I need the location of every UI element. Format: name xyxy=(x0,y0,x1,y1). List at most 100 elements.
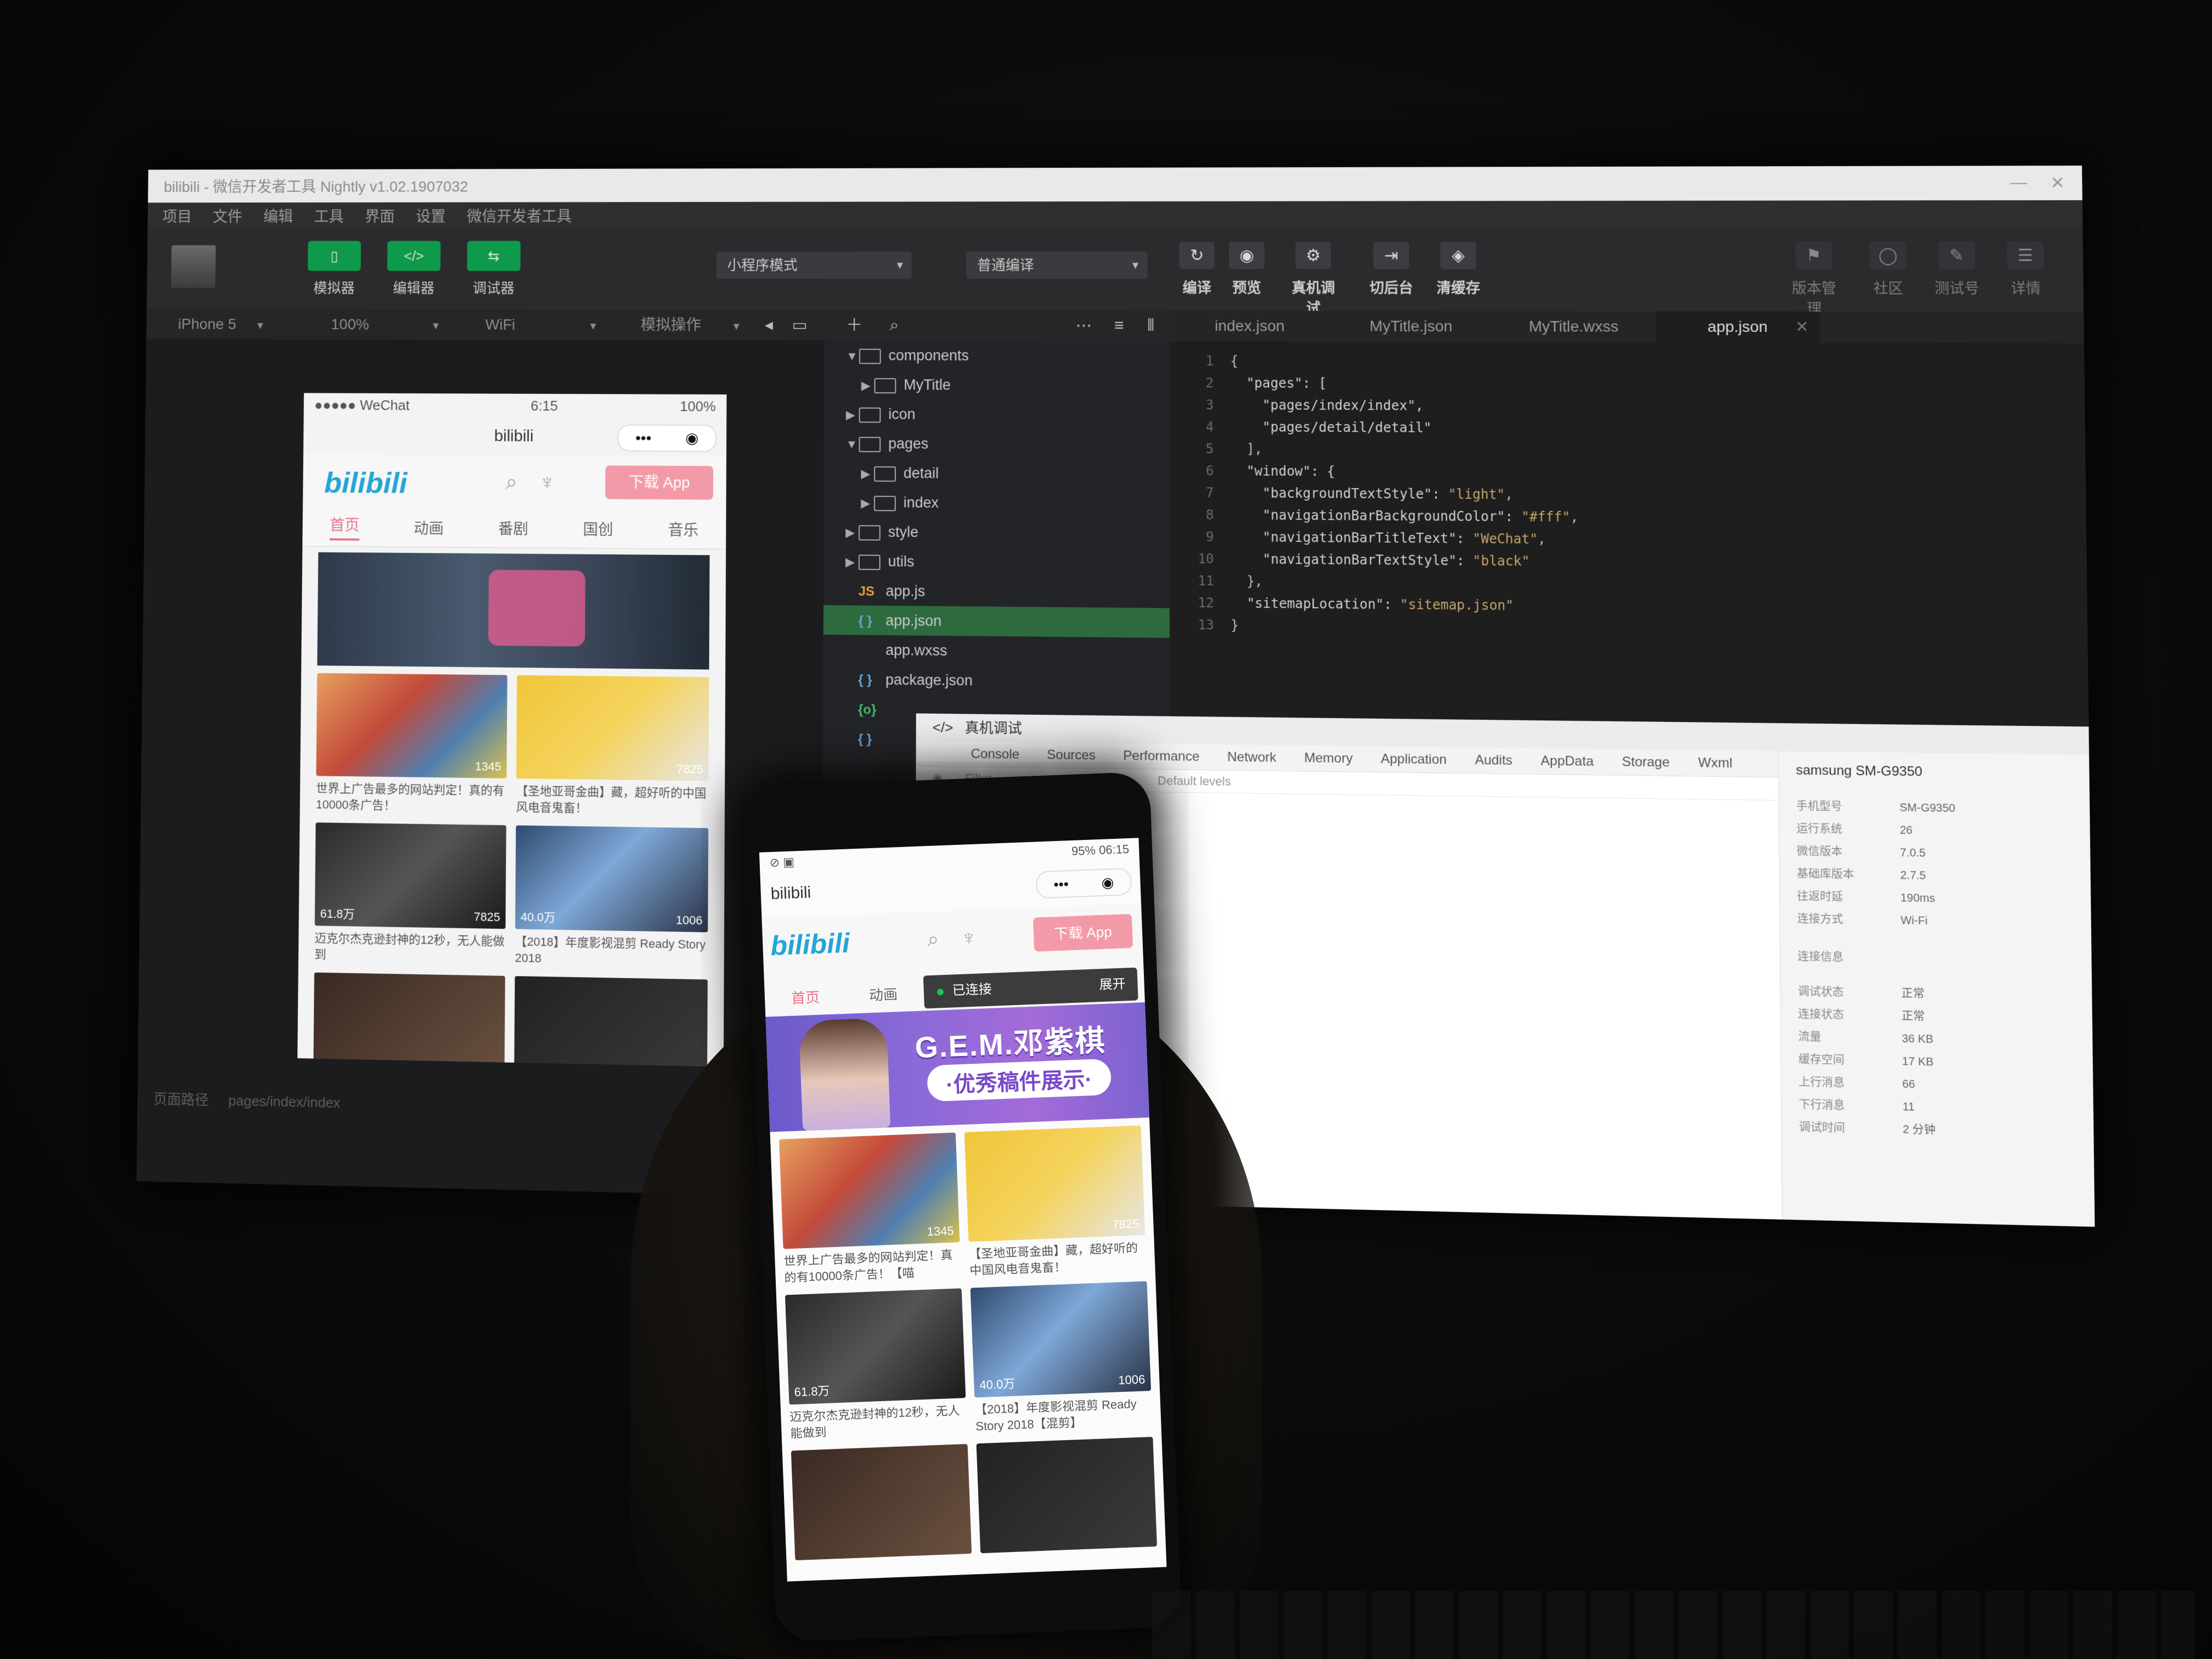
file-tree-item[interactable]: ▼ components xyxy=(824,341,1169,371)
devtools-tab[interactable]: Audits xyxy=(1475,748,1513,774)
video-card[interactable]: 40.0万 1006 【2018】年度影视混剪 Ready Story 2018【混… xyxy=(970,1281,1153,1435)
video-card[interactable]: 7825 【圣地亚哥金曲】藏，超好听的中国风电音鬼畜！ xyxy=(516,675,709,819)
tab-home[interactable]: 首页 xyxy=(791,986,820,1008)
phone-menu-capsule[interactable]: ••• ◉ xyxy=(1035,867,1132,899)
close-target-icon[interactable]: ◉ xyxy=(685,419,698,457)
tab-anime[interactable]: 动画 xyxy=(868,983,898,1005)
file-tree-item[interactable]: ▶ detail xyxy=(824,458,1170,489)
menu-item[interactable]: 项目 xyxy=(162,205,192,227)
editor-tab[interactable]: index.json xyxy=(1169,311,1330,341)
banner[interactable] xyxy=(317,552,710,670)
zoom-select[interactable]: 100% ▾ xyxy=(331,309,439,340)
file-tree-item[interactable]: ▶ icon xyxy=(824,399,1170,430)
file-tree-item[interactable]: ▼ pages xyxy=(824,428,1170,460)
expand-arrow-icon[interactable]: ▼ xyxy=(846,430,859,459)
close-icon[interactable]: ✕ xyxy=(2050,173,2065,193)
menu-item[interactable]: 文件 xyxy=(213,205,242,227)
expand-button[interactable]: 展开 xyxy=(1099,968,1126,1002)
close-tab-icon[interactable]: ✕ xyxy=(1795,312,1809,343)
devtools-tab[interactable]: Storage xyxy=(1622,749,1669,776)
more-icon[interactable]: ••• xyxy=(635,419,651,457)
collapse-icon[interactable]: ≡ xyxy=(1114,311,1124,341)
file-tree-item[interactable]: ▶ style xyxy=(823,517,1169,549)
simulate-ops-select[interactable]: 模拟操作 ▾ xyxy=(641,310,740,341)
view-toggle-button[interactable]: ▯ 模拟器 xyxy=(305,241,364,297)
more-icon[interactable]: ⋯ xyxy=(1076,311,1092,341)
toolbar-right-button[interactable]: ✎ 测试号 xyxy=(1928,241,1986,298)
toolbar-action-button[interactable]: ↻ 编译 xyxy=(1169,241,1224,297)
video-card[interactable] xyxy=(791,1443,972,1561)
toolbar-action-button[interactable]: ⚙ 真机调试 xyxy=(1285,241,1341,318)
file-tree-item[interactable]: app.wxss xyxy=(823,635,1170,668)
toolbar-right-button[interactable]: ☰ 详情 xyxy=(1996,241,2055,298)
compile-select[interactable]: 普通编译 ▾ xyxy=(966,251,1148,279)
video-card[interactable]: 1345 世界上广告最多的网站判定！真的有10000条广告！【喵 xyxy=(779,1132,961,1286)
video-card[interactable] xyxy=(514,976,708,1067)
devtools-tab[interactable]: Memory xyxy=(1304,746,1353,772)
devtools-tab[interactable]: Console xyxy=(971,742,1019,768)
toolbar-action-button[interactable]: ⇥ 切后台 xyxy=(1363,241,1419,297)
phone-banner[interactable]: G.E.M.邓紫棋 ·优秀稿件展示· xyxy=(765,1002,1149,1132)
menu-item[interactable]: 编辑 xyxy=(263,205,293,227)
category-tab[interactable]: 首页 xyxy=(329,514,360,541)
split-icon[interactable]: ⫴ xyxy=(1147,311,1154,341)
video-card[interactable]: 40.0万 1006 【2018】年度影视混剪 Ready Story 2018 xyxy=(515,825,709,969)
view-toggle-button[interactable]: </> 编辑器 xyxy=(385,241,443,297)
add-file-icon[interactable]: ＋ xyxy=(846,310,862,340)
expand-arrow-icon[interactable]: ▶ xyxy=(861,489,874,518)
expand-arrow-icon[interactable]: ▼ xyxy=(846,342,859,371)
user-icon[interactable]: ♆ xyxy=(539,471,555,495)
page-path[interactable]: pages/index/index xyxy=(228,1092,340,1111)
video-thumbnail[interactable]: 61.8万 7825 xyxy=(314,822,506,929)
video-card[interactable] xyxy=(313,972,505,1067)
bilibili-logo[interactable]: bilibili xyxy=(770,927,850,962)
expand-arrow-icon[interactable]: ▶ xyxy=(845,548,859,577)
code-area[interactable]: 1{2 "pages": [3 "pages/index/index", 4 "p… xyxy=(1170,350,2088,644)
expand-arrow-icon[interactable]: ▶ xyxy=(845,518,859,548)
bilibili-logo[interactable]: bilibili xyxy=(324,466,408,500)
device-select[interactable]: iPhone 5 ▾ xyxy=(178,309,263,340)
menu-item[interactable]: 微信开发者工具 xyxy=(467,205,572,226)
menu-item[interactable]: 设置 xyxy=(416,205,446,227)
menu-item[interactable]: 界面 xyxy=(365,205,394,227)
video-thumbnail[interactable]: 1345 xyxy=(316,673,507,778)
video-thumbnail[interactable] xyxy=(791,1443,972,1561)
video-card[interactable] xyxy=(976,1437,1158,1554)
category-tab[interactable]: 国创 xyxy=(583,518,613,540)
video-card[interactable]: 61.8万 迈克尔杰克逊封神的12秒，无人能做到 xyxy=(785,1288,967,1442)
video-card[interactable]: 1345 世界上广告最多的网站判定！真的有10000条广告！ xyxy=(316,673,507,815)
mode-select[interactable]: 小程序模式 ▾ xyxy=(716,251,912,279)
user-icon[interactable]: ♆ xyxy=(961,927,977,951)
category-tab[interactable]: 番剧 xyxy=(498,517,528,539)
levels-select[interactable]: Default levels xyxy=(1158,774,1231,789)
more-icon[interactable]: ••• xyxy=(1053,876,1069,893)
file-tree-item[interactable]: ▶ index xyxy=(824,487,1170,519)
video-thumbnail[interactable]: 7825 xyxy=(964,1125,1146,1242)
editor-tab[interactable]: MyTitle.json xyxy=(1330,311,1492,342)
video-thumbnail[interactable]: 7825 xyxy=(516,675,709,781)
file-tree-item[interactable]: JS app.js xyxy=(823,575,1170,608)
file-tree-item[interactable]: ▶ MyTitle xyxy=(824,370,1169,400)
video-thumbnail[interactable] xyxy=(514,976,708,1067)
category-tab[interactable]: 音乐 xyxy=(668,518,698,540)
devtools-tab[interactable]: Sources xyxy=(1047,742,1096,768)
devtools-tab[interactable]: Network xyxy=(1227,744,1277,771)
avatar[interactable] xyxy=(171,245,216,288)
debug-connected-toast[interactable]: 已连接 展开 xyxy=(923,967,1138,1009)
video-thumbnail[interactable]: 61.8万 xyxy=(785,1288,966,1405)
devtools-tab[interactable]: Wxml xyxy=(1698,750,1733,776)
network-select[interactable]: WiFi ▾ xyxy=(485,309,596,340)
video-thumbnail[interactable]: 40.0万 1006 xyxy=(970,1281,1152,1398)
video-thumbnail[interactable]: 40.0万 1006 xyxy=(515,825,709,933)
rotate-icon[interactable]: ▭ xyxy=(792,310,807,340)
volume-icon[interactable]: ◂ xyxy=(765,310,773,340)
editor-tab[interactable]: MyTitle.wxss xyxy=(1492,311,1656,342)
video-thumbnail[interactable]: 1345 xyxy=(779,1132,960,1249)
close-target-icon[interactable]: ◉ xyxy=(1101,874,1114,891)
category-tab[interactable]: 动画 xyxy=(414,517,444,539)
devtools-tab[interactable]: AppData xyxy=(1541,748,1594,775)
view-toggle-button[interactable]: ⇆ 调试器 xyxy=(464,241,523,297)
video-card[interactable]: 7825 【圣地亚哥金曲】藏，超好听的中国风电音鬼畜！ xyxy=(964,1125,1147,1279)
expand-arrow-icon[interactable]: ▶ xyxy=(846,400,859,430)
expand-arrow-icon[interactable]: ▶ xyxy=(861,459,874,489)
